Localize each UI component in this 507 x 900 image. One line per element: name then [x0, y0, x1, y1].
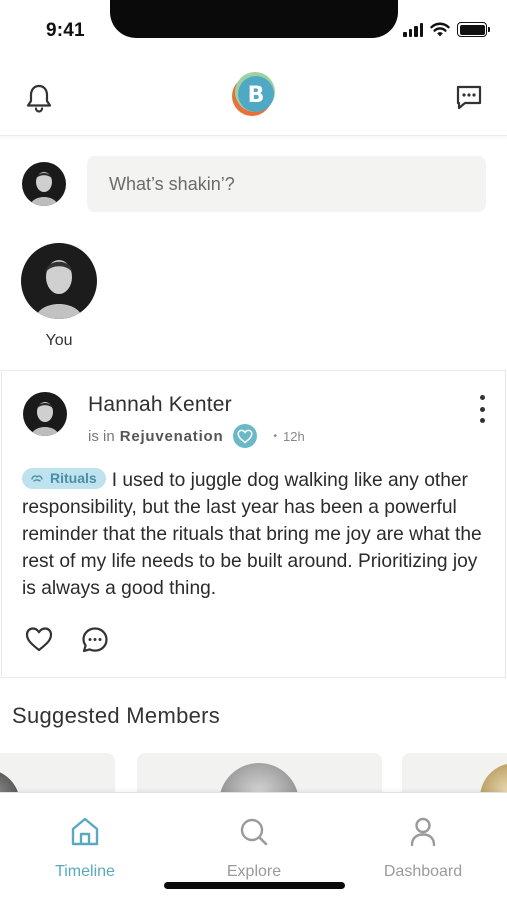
battery-icon — [457, 22, 490, 37]
logo-letter: B — [248, 83, 265, 108]
tab-dashboard-label: Dashboard — [383, 863, 463, 880]
home-icon — [71, 817, 99, 846]
post-group-link[interactable]: Rejuvenation — [120, 428, 224, 445]
profile-icon — [410, 817, 436, 847]
story-avatar-you[interactable] — [21, 243, 97, 319]
tab-timeline-label: Timeline — [55, 863, 115, 880]
post-body: Rituals I used to juggle dog walking lik… — [22, 467, 494, 602]
post-time: 12h — [283, 428, 305, 444]
group-heart-icon — [233, 424, 258, 448]
like-icon[interactable] — [24, 625, 54, 653]
device-notch — [110, 0, 398, 38]
comment-icon[interactable] — [80, 625, 110, 655]
tab-explore[interactable]: Explore — [189, 815, 319, 881]
post-author-avatar[interactable] — [23, 392, 67, 436]
tag-pill[interactable]: Rituals — [22, 467, 106, 489]
wifi-icon — [430, 22, 450, 37]
tag-label: Rituals — [50, 469, 97, 486]
status-time: 9:41 — [46, 20, 85, 41]
status-bar: 9:41 — [0, 0, 507, 60]
story-label: You — [45, 332, 73, 349]
top-nav: B — [0, 60, 507, 136]
hands-icon — [31, 475, 43, 482]
post-meta: is in Rejuvenation • 12h — [88, 424, 305, 448]
post-more-icon[interactable] — [477, 395, 487, 423]
home-indicator[interactable] — [164, 882, 345, 889]
composer-avatar[interactable] — [22, 162, 66, 206]
tab-timeline[interactable]: Timeline — [20, 815, 150, 881]
meta-separator: • — [273, 430, 277, 442]
post-author-name[interactable]: Hannah Kenter — [88, 393, 232, 417]
signal-icon — [403, 22, 423, 37]
post-meta-prefix: is in — [88, 427, 115, 445]
composer-placeholder: What’s shakin’? — [109, 173, 235, 194]
composer-input[interactable]: What’s shakin’? — [87, 156, 486, 212]
app-logo[interactable]: B — [230, 70, 278, 118]
status-icons — [403, 22, 490, 37]
post-card: Hannah Kenter is in Rejuvenation • 12h R… — [1, 370, 506, 678]
tab-explore-label: Explore — [226, 863, 282, 880]
suggested-members-title: Suggested Members — [12, 703, 221, 728]
bell-icon[interactable] — [24, 82, 54, 114]
tab-dashboard[interactable]: Dashboard — [358, 815, 488, 881]
message-icon[interactable] — [454, 82, 484, 112]
search-icon — [240, 818, 268, 846]
